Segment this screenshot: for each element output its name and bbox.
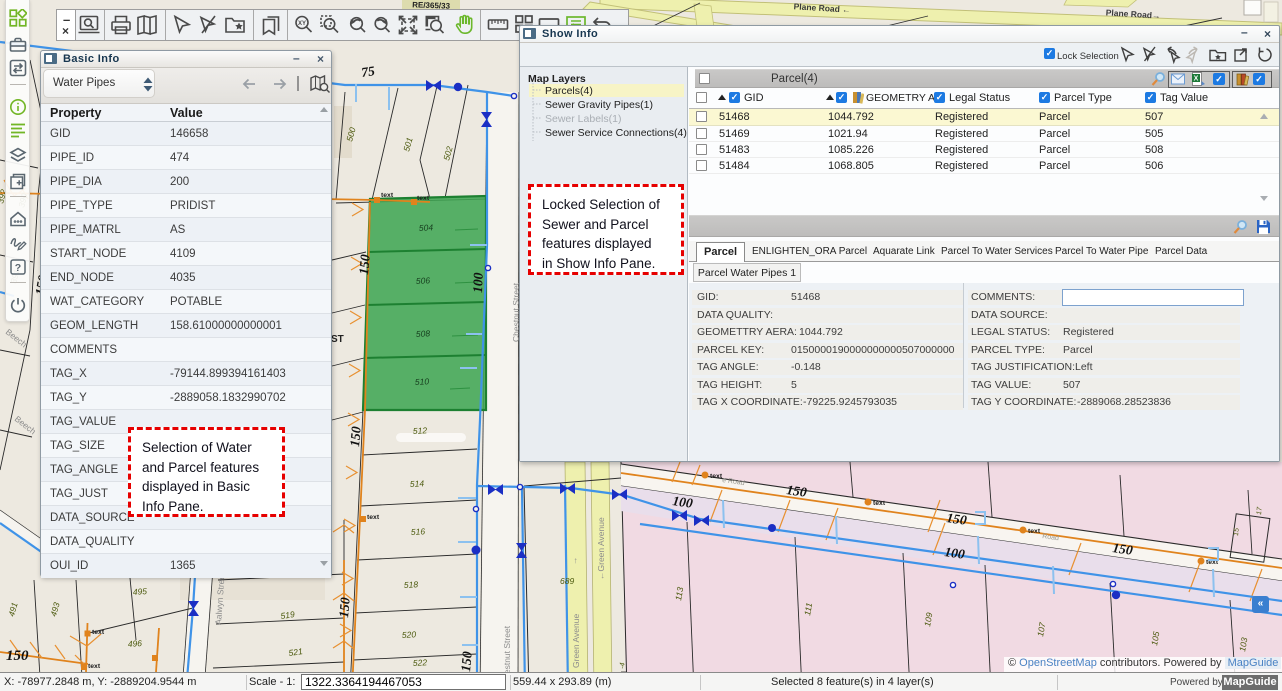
svg-text:496: 496 — [127, 638, 142, 649]
svg-text:520: 520 — [402, 629, 417, 640]
svg-text:?: ? — [15, 262, 21, 274]
svg-text:text: text — [873, 500, 886, 507]
svg-text:XY: XY — [298, 21, 306, 27]
svg-text:text: text — [381, 192, 394, 199]
svg-text:15: 15 — [1233, 528, 1241, 536]
svg-text:150: 150 — [6, 648, 29, 664]
svg-text:508: 508 — [416, 328, 431, 339]
svg-text:text: text — [710, 473, 723, 480]
svg-text:150: 150 — [1112, 540, 1134, 558]
svg-text:text: text — [1028, 528, 1041, 535]
svg-text:518: 518 — [404, 579, 419, 590]
svg-text:504: 504 — [419, 222, 434, 233]
svg-text:150: 150 — [458, 651, 475, 673]
svg-text:512: 512 — [413, 425, 428, 436]
svg-text:150: 150 — [347, 426, 364, 448]
svg-text:→: → — [569, 557, 579, 566]
svg-text:text: text — [417, 195, 430, 202]
svg-text:689: 689 — [560, 576, 574, 586]
svg-text:150: 150 — [336, 597, 353, 619]
svg-text:522: 522 — [413, 657, 428, 668]
svg-text:519: 519 — [280, 609, 296, 621]
svg-text:-4: -4 — [619, 662, 627, 669]
svg-text:495: 495 — [132, 586, 147, 597]
svg-text:514: 514 — [410, 478, 425, 489]
svg-text:510: 510 — [415, 376, 430, 387]
svg-text:100: 100 — [470, 272, 486, 293]
svg-text:150: 150 — [946, 510, 968, 528]
svg-text:150: 150 — [786, 482, 808, 500]
svg-text:text: text — [92, 629, 105, 636]
svg-text:←Green Avenue: ←Green Avenue — [596, 517, 606, 580]
svg-text:521: 521 — [288, 646, 304, 658]
svg-text:506: 506 — [416, 275, 431, 286]
svg-text:100: 100 — [944, 544, 966, 562]
svg-text:150: 150 — [356, 254, 373, 276]
svg-text:X: X — [1194, 76, 1199, 83]
svg-text:75: 75 — [360, 63, 376, 80]
svg-text:ST: ST — [331, 334, 344, 345]
svg-text:text: text — [88, 663, 101, 670]
svg-text:100: 100 — [672, 493, 694, 511]
svg-text:text: text — [367, 514, 380, 521]
svg-text:Green Avenue: Green Avenue — [571, 614, 581, 668]
svg-text:516: 516 — [411, 526, 426, 537]
